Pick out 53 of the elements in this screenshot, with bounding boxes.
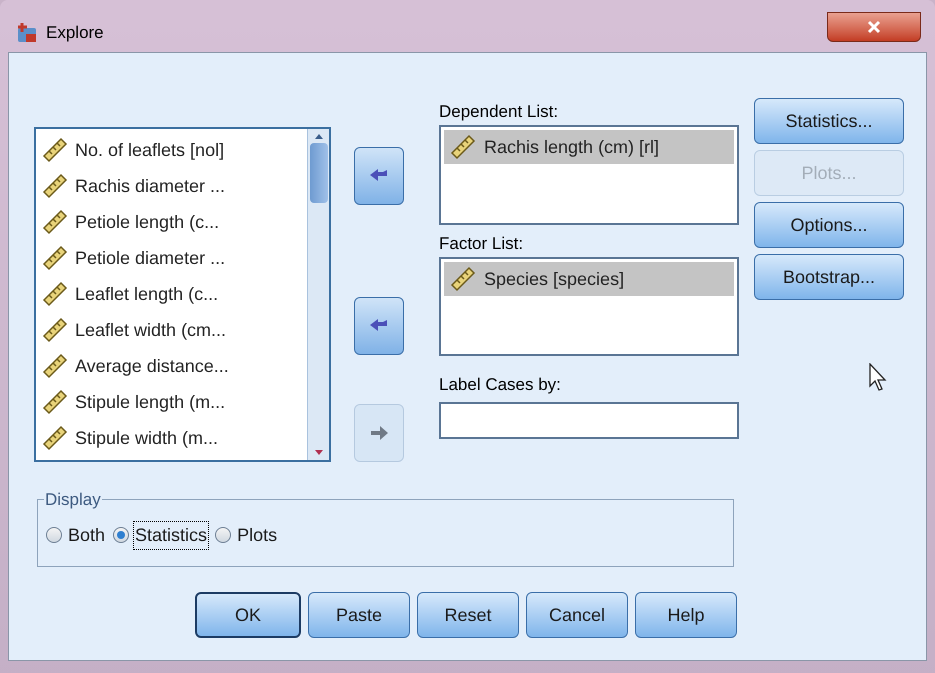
close-icon: [866, 20, 882, 34]
variable-item[interactable]: Leaflet length (c...: [75, 280, 218, 308]
side-button[interactable]: Options...: [754, 202, 904, 248]
variable-item[interactable]: Leaflet width (cm...: [75, 316, 226, 344]
ruler-icon: [42, 173, 68, 199]
arrow-icon: [369, 424, 389, 442]
radio-button[interactable]: [113, 527, 130, 543]
dialog-button[interactable]: Cancel: [526, 592, 628, 638]
variable-item[interactable]: Rachis diameter ...: [75, 172, 226, 200]
dialog-button[interactable]: OK: [195, 592, 301, 638]
radio-label[interactable]: Statistics: [133, 520, 210, 550]
radio-label[interactable]: Both: [66, 520, 108, 550]
factor-list[interactable]: Species [species]: [439, 257, 739, 356]
ruler-icon: [42, 425, 68, 451]
radio-label[interactable]: Plots: [235, 520, 280, 550]
ruler-icon: [42, 209, 68, 235]
move-button[interactable]: [354, 147, 404, 205]
factor-list-label: Factor List:: [439, 233, 524, 255]
dialog-button[interactable]: Paste: [308, 592, 410, 638]
window-title: Explore: [46, 22, 104, 44]
close-button[interactable]: [827, 12, 921, 42]
list-item[interactable]: Species [species]: [444, 262, 734, 296]
dialog-button[interactable]: Reset: [417, 592, 519, 638]
variable-item[interactable]: Stipule length (m...: [75, 388, 226, 416]
scroll-thumb[interactable]: [310, 143, 328, 203]
label-cases-field[interactable]: [439, 402, 739, 439]
radio-button[interactable]: [215, 527, 232, 543]
ruler-icon: [42, 389, 68, 415]
variable-item[interactable]: Petiole diameter ...: [75, 244, 226, 272]
ruler-icon: [42, 353, 68, 379]
variable-item[interactable]: Petiole length (c...: [75, 208, 220, 236]
list-item[interactable]: Rachis length (cm) [rl]: [444, 130, 734, 164]
ruler-icon: [450, 134, 476, 160]
variable-item[interactable]: No. of leaflets [nol]: [75, 136, 224, 164]
variable-item[interactable]: Stipule width (m...: [75, 424, 218, 452]
side-button[interactable]: Statistics...: [754, 98, 904, 144]
label-cases-label: Label Cases by:: [439, 374, 562, 396]
ruler-icon: [42, 137, 68, 163]
variable-item[interactable]: Average distance...: [75, 352, 229, 380]
ruler-icon: [42, 245, 68, 271]
dialog-button[interactable]: Help: [635, 592, 737, 638]
ruler-icon: [42, 281, 68, 307]
radio-button[interactable]: [46, 527, 62, 543]
dependent-list-label: Dependent List:: [439, 101, 560, 123]
side-button[interactable]: Bootstrap...: [754, 254, 904, 300]
scrollbar[interactable]: [307, 129, 329, 460]
move-button[interactable]: [354, 297, 404, 355]
dependent-list[interactable]: Rachis length (cm) [rl]: [439, 125, 739, 225]
ruler-icon: [450, 266, 476, 292]
ruler-icon: [42, 317, 68, 343]
mouse-pointer-icon: [869, 363, 887, 391]
app-icon: [16, 22, 38, 44]
display-group-title: Display: [44, 489, 102, 511]
